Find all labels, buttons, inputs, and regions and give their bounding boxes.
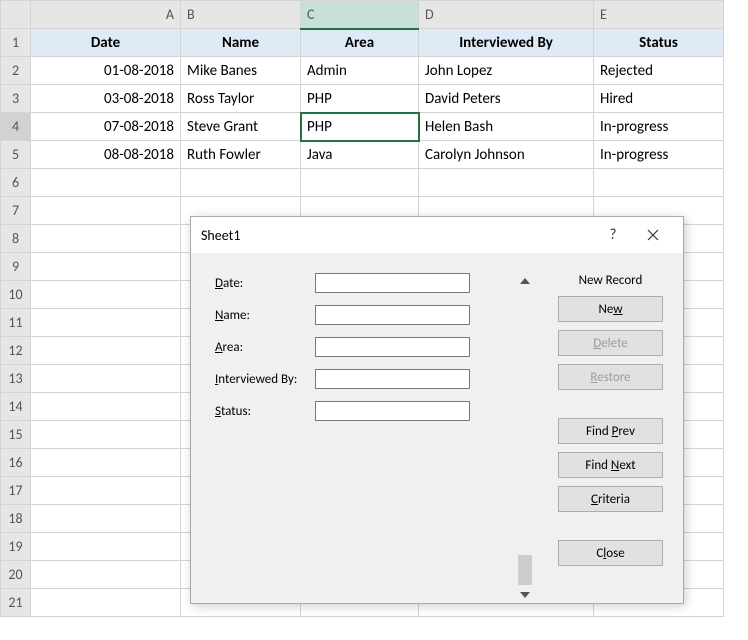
scroll-up-icon[interactable] xyxy=(517,273,533,289)
row-header-14[interactable]: 14 xyxy=(1,393,31,421)
scroll-thumb[interactable] xyxy=(518,555,532,585)
cell-A1[interactable]: Date xyxy=(31,29,181,57)
cell-D5[interactable]: Carolyn Johnson xyxy=(419,141,594,169)
dialog-title: Sheet1 xyxy=(201,227,593,244)
col-header-E[interactable]: E xyxy=(594,1,724,29)
row-header-21[interactable]: 21 xyxy=(1,589,31,617)
new-button[interactable]: New xyxy=(558,296,663,322)
record-scrollbar[interactable] xyxy=(515,273,535,603)
row-header-2[interactable]: 2 xyxy=(1,57,31,85)
form-fields: Date: Name: Area: Interviewed By: Status… xyxy=(215,273,515,603)
delete-button: Delete xyxy=(558,330,663,356)
name-field[interactable] xyxy=(315,305,470,325)
find-next-button[interactable]: Find Next xyxy=(558,452,663,478)
data-form-dialog: Sheet1 ? Date: Name: Area: Interviewed B… xyxy=(190,216,684,604)
row-header-4[interactable]: 4 xyxy=(1,113,31,141)
help-button[interactable]: ? xyxy=(593,220,633,250)
cell-D2[interactable]: John Lopez xyxy=(419,57,594,85)
status-label: Status: xyxy=(215,404,315,419)
close-button[interactable]: Close xyxy=(558,540,663,566)
cell-C3[interactable]: PHP xyxy=(301,85,419,113)
cell-A5[interactable]: 08-08-2018 xyxy=(31,141,181,169)
row-header-13[interactable]: 13 xyxy=(1,365,31,393)
cell-C2[interactable]: Admin xyxy=(301,57,419,85)
row-header-16[interactable]: 16 xyxy=(1,449,31,477)
cell-B4[interactable]: Steve Grant xyxy=(181,113,301,141)
col-header-D[interactable]: D xyxy=(419,1,594,29)
close-icon[interactable] xyxy=(633,220,673,250)
area-label: Area: xyxy=(215,340,315,355)
row-header-7[interactable]: 7 xyxy=(1,197,31,225)
col-header-A[interactable]: A xyxy=(31,1,181,29)
select-all-corner[interactable] xyxy=(1,1,31,29)
row-header-9[interactable]: 9 xyxy=(1,253,31,281)
restore-button: Restore xyxy=(558,364,663,390)
cell-B1[interactable]: Name xyxy=(181,29,301,57)
cell-A2[interactable]: 01-08-2018 xyxy=(31,57,181,85)
row-header-17[interactable]: 17 xyxy=(1,477,31,505)
cell-D1[interactable]: Interviewed By xyxy=(419,29,594,57)
row-header-15[interactable]: 15 xyxy=(1,421,31,449)
cell-C1[interactable]: Area xyxy=(301,29,419,57)
row-header-12[interactable]: 12 xyxy=(1,337,31,365)
scroll-down-icon[interactable] xyxy=(517,587,533,603)
cell-B5[interactable]: Ruth Fowler xyxy=(181,141,301,169)
record-status-label: New Record xyxy=(558,273,663,288)
cell-D3[interactable]: David Peters xyxy=(419,85,594,113)
col-header-C[interactable]: C xyxy=(301,1,419,29)
cell-B3[interactable]: Ross Taylor xyxy=(181,85,301,113)
name-label: Name: xyxy=(215,308,315,323)
cell-E1[interactable]: Status xyxy=(594,29,724,57)
status-field[interactable] xyxy=(315,401,470,421)
row-header-20[interactable]: 20 xyxy=(1,561,31,589)
col-header-B[interactable]: B xyxy=(181,1,301,29)
row-header-11[interactable]: 11 xyxy=(1,309,31,337)
date-label: Date: xyxy=(215,276,315,291)
interviewedby-label: Interviewed By: xyxy=(215,372,315,387)
find-prev-button[interactable]: Find Prev xyxy=(558,418,663,444)
row-header-6[interactable]: 6 xyxy=(1,169,31,197)
cell-E2[interactable]: Rejected xyxy=(594,57,724,85)
cell-E4[interactable]: In-progress xyxy=(594,113,724,141)
cell-D4[interactable]: Helen Bash xyxy=(419,113,594,141)
date-field[interactable] xyxy=(315,273,470,293)
area-field[interactable] xyxy=(315,337,470,357)
row-header-18[interactable]: 18 xyxy=(1,505,31,533)
cell-E3[interactable]: Hired xyxy=(594,85,724,113)
cell-A4[interactable]: 07-08-2018 xyxy=(31,113,181,141)
cell-C5[interactable]: Java xyxy=(301,141,419,169)
cell-C4[interactable]: PHP xyxy=(301,113,419,141)
row-header-5[interactable]: 5 xyxy=(1,141,31,169)
row-header-8[interactable]: 8 xyxy=(1,225,31,253)
row-header-19[interactable]: 19 xyxy=(1,533,31,561)
row-header-10[interactable]: 10 xyxy=(1,281,31,309)
cell-B2[interactable]: Mike Banes xyxy=(181,57,301,85)
row-header-3[interactable]: 3 xyxy=(1,85,31,113)
row-header-1[interactable]: 1 xyxy=(1,29,31,57)
cell-E5[interactable]: In-progress xyxy=(594,141,724,169)
interviewedby-field[interactable] xyxy=(315,369,470,389)
dialog-titlebar[interactable]: Sheet1 ? xyxy=(191,217,683,253)
criteria-button[interactable]: Criteria xyxy=(558,486,663,512)
cell-A3[interactable]: 03-08-2018 xyxy=(31,85,181,113)
